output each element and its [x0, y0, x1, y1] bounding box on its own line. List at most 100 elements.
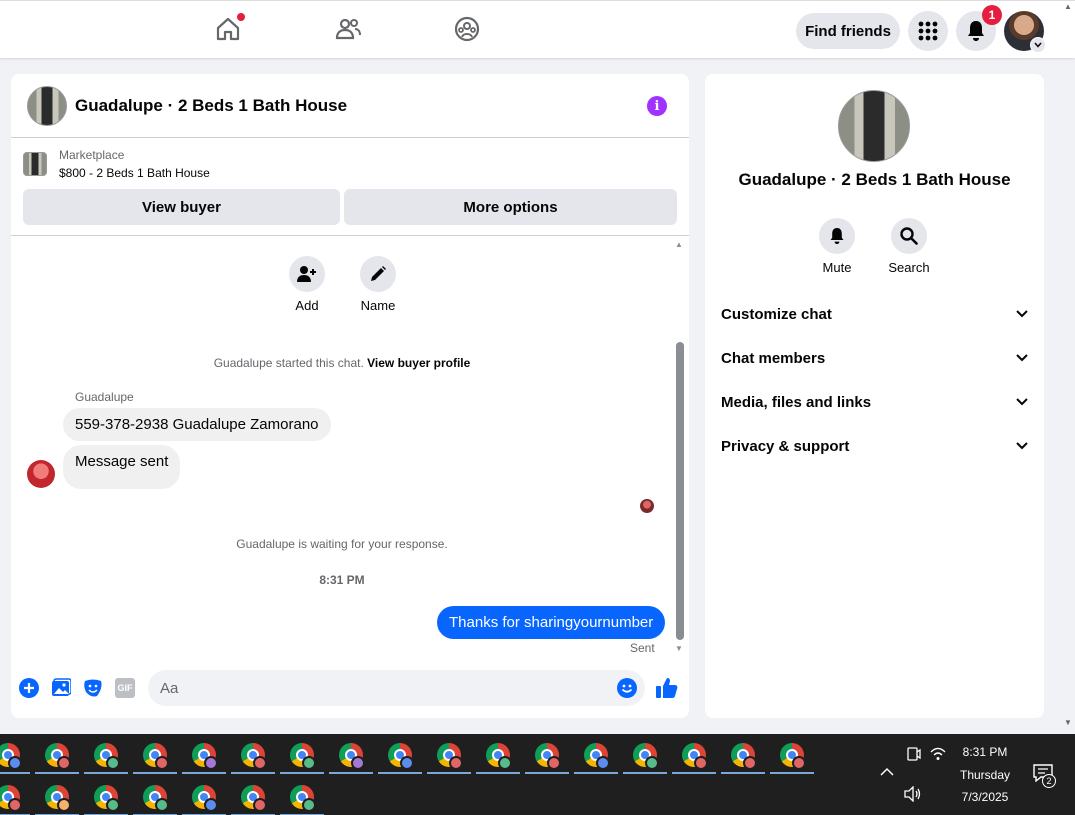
chat-info-panel: Guadalupe · 2 Beds 1 Bath House Mute Sea…: [705, 74, 1044, 718]
listing-title: $800 - 2 Beds 1 Bath House: [59, 166, 210, 180]
incoming-message[interactable]: Message sent: [63, 445, 181, 489]
chrome-taskbar-button[interactable]: [476, 736, 520, 774]
profile-icon: [449, 756, 463, 770]
sender-avatar[interactable]: [27, 460, 55, 488]
chat-title: Guadalupe · 2 Beds 1 Bath House: [75, 96, 348, 115]
meet-icon[interactable]: [905, 746, 921, 765]
grid-menu-icon[interactable]: [908, 11, 948, 51]
chrome-taskbar-button[interactable]: [84, 778, 128, 815]
running-indicator: [84, 772, 128, 774]
chrome-taskbar-button[interactable]: [329, 736, 373, 774]
incoming-message[interactable]: 559-378-2938 Guadalupe Zamorano: [63, 408, 331, 441]
marketplace-listing-row[interactable]: Marketplace $800 - 2 Beds 1 Bath House: [23, 148, 683, 184]
home-notification-dot: [237, 13, 245, 21]
message-timestamp: 8:31 PM: [319, 573, 365, 587]
chrome-taskbar-button[interactable]: [672, 736, 716, 774]
info-icon[interactable]: i: [647, 96, 667, 116]
find-friends-button[interactable]: Find friends: [796, 13, 900, 49]
running-indicator: [525, 772, 569, 774]
gif-icon[interactable]: GIF: [115, 678, 135, 698]
divider: [11, 235, 689, 236]
running-indicator: [133, 772, 177, 774]
listing-photo[interactable]: [838, 90, 910, 162]
chrome-taskbar-button[interactable]: [427, 736, 471, 774]
chrome-taskbar-button[interactable]: [182, 778, 226, 815]
message-input[interactable]: [148, 670, 645, 706]
running-indicator: [721, 772, 765, 774]
home-icon[interactable]: [214, 13, 245, 43]
chrome-taskbar-button[interactable]: [623, 736, 667, 774]
page-scroll-up-icon[interactable]: ▲: [1064, 2, 1072, 11]
running-indicator: [0, 772, 30, 774]
section-label: Chat members: [721, 349, 826, 367]
clock-time[interactable]: 8:31 PM: [940, 745, 1030, 759]
clock-day[interactable]: Thursday: [940, 768, 1030, 782]
running-indicator: [427, 772, 471, 774]
media-files-links-row[interactable]: Media, files and links: [721, 382, 1028, 422]
chrome-taskbar-button[interactable]: [84, 736, 128, 774]
chrome-taskbar-button[interactable]: [231, 778, 275, 815]
plus-circle-icon[interactable]: [19, 678, 39, 698]
chrome-taskbar-button[interactable]: [280, 778, 324, 815]
info-panel-title: Guadalupe · 2 Beds 1 Bath House: [738, 170, 1011, 189]
search-icon: [891, 218, 927, 254]
running-indicator: [623, 772, 667, 774]
groups-icon[interactable]: [453, 15, 481, 43]
profile-icon: [645, 756, 659, 770]
volume-icon[interactable]: [904, 785, 922, 805]
outgoing-message[interactable]: Thanks for sharingyournumber: [437, 606, 666, 639]
running-indicator: [378, 772, 422, 774]
thumbs-up-icon[interactable]: [655, 676, 679, 700]
photo-icon[interactable]: [51, 678, 72, 698]
clock-date[interactable]: 7/3/2025: [940, 790, 1030, 804]
profile-icon: [204, 756, 218, 770]
chrome-taskbar-button[interactable]: [770, 736, 814, 774]
privacy-support-row[interactable]: Privacy & support: [721, 426, 1028, 466]
listing-thumbnail[interactable]: [27, 86, 67, 126]
add-people-button[interactable]: Add: [277, 256, 337, 313]
customize-chat-row[interactable]: Customize chat: [721, 294, 1028, 334]
chrome-taskbar-button[interactable]: [280, 736, 324, 774]
mute-button[interactable]: Mute: [807, 218, 867, 275]
view-buyer-button[interactable]: View buyer: [23, 189, 340, 225]
chrome-taskbar-button[interactable]: [133, 778, 177, 815]
chrome-taskbar-button[interactable]: [721, 736, 765, 774]
page-scroll-down-icon[interactable]: ▼: [1064, 718, 1072, 727]
name-chat-button[interactable]: Name: [348, 256, 408, 313]
profile-icon: [253, 756, 267, 770]
search-button[interactable]: Search: [879, 218, 939, 275]
scroll-down-arrow-icon[interactable]: ▼: [675, 644, 683, 653]
chrome-taskbar-button[interactable]: [0, 778, 30, 815]
chrome-taskbar-button[interactable]: [378, 736, 422, 774]
profile-icon: [743, 756, 757, 770]
add-person-icon: [289, 256, 325, 292]
chrome-taskbar-button[interactable]: [525, 736, 569, 774]
more-options-button[interactable]: More options: [344, 189, 677, 225]
chevron-down-icon[interactable]: [1030, 37, 1046, 53]
bell-icon: [819, 218, 855, 254]
chevron-up-icon[interactable]: [880, 766, 894, 780]
add-label: Add: [295, 298, 319, 313]
waiting-notice: Guadalupe is waiting for your response.: [236, 537, 448, 551]
chrome-taskbar-button[interactable]: [574, 736, 618, 774]
profile-icon: [106, 798, 120, 812]
chevron-down-icon: [1016, 398, 1028, 406]
emoji-icon[interactable]: [617, 678, 637, 698]
view-buyer-profile-link[interactable]: View buyer profile: [367, 356, 470, 370]
chrome-taskbar-button[interactable]: [231, 736, 275, 774]
chrome-taskbar-button[interactable]: [35, 736, 79, 774]
thread-scrollbar-thumb[interactable]: [676, 342, 684, 640]
chat-header: Guadalupe · 2 Beds 1 Bath House i: [11, 74, 689, 138]
chrome-taskbar-button[interactable]: [133, 736, 177, 774]
notifications-button[interactable]: 1: [956, 5, 1002, 51]
chrome-taskbar-button[interactable]: [0, 736, 30, 774]
profile-icon: [302, 798, 316, 812]
chrome-taskbar-button[interactable]: [182, 736, 226, 774]
scroll-up-arrow-icon[interactable]: ▲: [675, 240, 683, 249]
chrome-taskbar-button[interactable]: [35, 778, 79, 815]
running-indicator: [231, 772, 275, 774]
chat-members-row[interactable]: Chat members: [721, 338, 1028, 378]
friends-icon[interactable]: [334, 15, 362, 43]
running-indicator: [770, 772, 814, 774]
sticker-icon[interactable]: [83, 678, 103, 698]
